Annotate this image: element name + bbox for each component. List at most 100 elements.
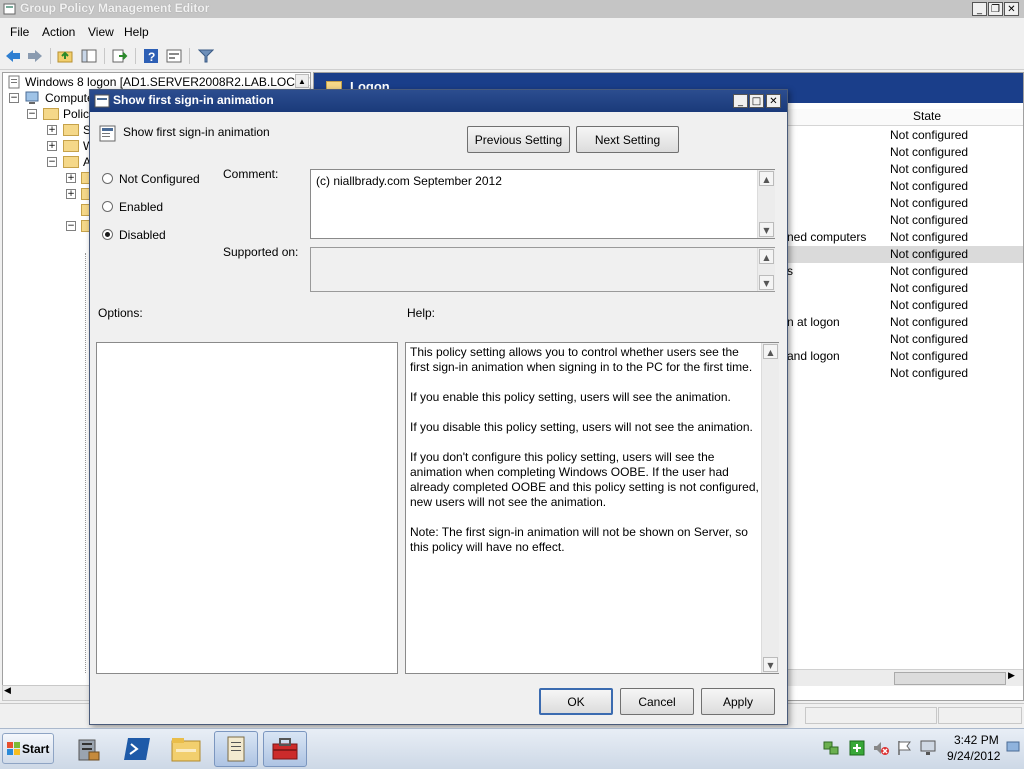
comment-scrollbar[interactable]: ▲ ▼ — [757, 170, 775, 238]
help-icon[interactable]: ? — [142, 47, 160, 65]
gpo-editor-icon[interactable] — [214, 731, 258, 767]
expand-icon[interactable]: + — [47, 125, 57, 135]
menu-file[interactable]: File — [10, 25, 29, 39]
setting-name: Show first sign-in animation — [123, 125, 270, 139]
column-header-comment[interactable] — [977, 109, 1023, 126]
radio-circle[interactable] — [102, 173, 113, 184]
expand-icon[interactable]: + — [47, 141, 57, 151]
tree-root[interactable]: Windows 8 logon [AD1.SERVER2008R2.LAB.LO… — [3, 74, 310, 90]
restore-button[interactable]: ❐ — [988, 2, 1003, 16]
server-manager-icon[interactable] — [66, 731, 110, 767]
radio-circle[interactable] — [102, 201, 113, 212]
radio-label: Enabled — [119, 200, 164, 214]
tree-hscroll-up-arrow[interactable]: ▲ — [295, 74, 309, 88]
setting-name-cell: n at logon — [787, 315, 840, 329]
help-panel: This policy setting allows you to contro… — [405, 342, 779, 674]
state-cell: Not configured — [890, 281, 969, 295]
options-label: Options: — [98, 306, 143, 320]
scroll-down-arrow[interactable]: ▼ — [763, 657, 778, 672]
ok-button[interactable]: OK — [539, 688, 613, 715]
clock-date[interactable]: 9/24/2012 — [947, 749, 1000, 763]
scroll-down-arrow[interactable]: ▼ — [759, 222, 774, 237]
volume-muted-icon[interactable] — [872, 739, 890, 757]
radio-label: Not Configured — [119, 172, 200, 186]
dialog-title: Show first sign-in animation — [113, 93, 274, 107]
scroll-thumb[interactable] — [894, 672, 1006, 685]
setting-name-cell: ned computers — [787, 230, 867, 244]
help-paragraph: If you disable this policy setting, user… — [410, 420, 753, 434]
show-desktop-icon[interactable] — [1006, 739, 1020, 755]
dialog-minimize-button[interactable]: _ — [733, 94, 748, 108]
clock-time[interactable]: 3:42 PM — [954, 733, 999, 747]
expand-icon[interactable]: + — [66, 189, 76, 199]
previous-setting-button[interactable]: Previous Setting — [467, 126, 570, 153]
export-list-icon[interactable] — [111, 47, 129, 65]
cancel-button[interactable]: Cancel — [620, 688, 694, 715]
help-paragraph: This policy setting allows you to contro… — [410, 345, 753, 374]
state-cell: Not configured — [890, 247, 969, 261]
scroll-down-arrow[interactable]: ▼ — [759, 275, 774, 290]
minimize-button[interactable]: _ — [972, 2, 987, 16]
tree-root-label: Windows 8 logon [AD1.SERVER2008R2.LAB.LO… — [25, 75, 311, 89]
radio-not-configured[interactable]: Not Configured — [102, 172, 222, 188]
powershell-icon[interactable] — [115, 731, 159, 767]
toolbar-separator — [50, 48, 51, 64]
show-hide-tree-icon[interactable] — [80, 47, 98, 65]
tree-policies-label: Polici — [63, 107, 92, 121]
scroll-up-arrow[interactable]: ▲ — [763, 344, 778, 359]
forward-icon[interactable] — [26, 47, 44, 65]
start-button[interactable]: Start — [2, 733, 54, 764]
main-window-title: Group Policy Management Editor — [20, 1, 210, 15]
dialog-title-bar: Show first sign-in animation _ □ ✕ — [90, 90, 787, 112]
help-scrollbar[interactable]: ▲ ▼ — [761, 343, 779, 673]
scroll-up-arrow[interactable]: ▲ — [759, 249, 774, 264]
state-cell: Not configured — [890, 179, 969, 193]
state-column-label: State — [912, 109, 942, 123]
menu-action[interactable]: Action — [42, 25, 75, 39]
collapse-icon[interactable]: − — [47, 157, 57, 167]
state-cell: Not configured — [890, 264, 969, 278]
toolbar-separator — [104, 48, 105, 64]
menu-view[interactable]: View — [88, 25, 114, 39]
back-icon[interactable] — [4, 47, 22, 65]
collapse-icon[interactable]: − — [27, 109, 37, 119]
policy-icon — [94, 94, 110, 108]
policy-setting-dialog: Show first sign-in animation _ □ ✕ Show … — [89, 89, 788, 725]
menu-help[interactable]: Help — [124, 25, 149, 39]
toolbar-separator — [189, 48, 190, 64]
expand-icon[interactable]: + — [66, 173, 76, 183]
apply-button[interactable]: Apply — [701, 688, 775, 715]
action-center-icon[interactable] — [848, 739, 866, 757]
setting-name-cell: and logon — [787, 349, 840, 363]
flag-icon[interactable] — [896, 739, 914, 757]
properties-icon[interactable] — [165, 47, 183, 65]
close-button[interactable]: ✕ — [1004, 2, 1019, 16]
explorer-icon[interactable] — [164, 731, 208, 767]
state-cell: Not configured — [890, 128, 969, 142]
setting-icon — [99, 125, 116, 142]
dialog-close-button[interactable]: ✕ — [766, 94, 781, 108]
state-cell: Not configured — [890, 196, 969, 210]
state-cell: Not configured — [890, 230, 969, 244]
toolbox-icon[interactable] — [263, 731, 307, 767]
collapse-icon[interactable]: − — [9, 93, 19, 103]
folder-icon — [63, 124, 79, 136]
help-paragraph: If you enable this policy setting, users… — [410, 390, 731, 404]
filter-icon[interactable] — [197, 47, 215, 65]
collapse-icon[interactable]: − — [66, 221, 76, 231]
supported-scrollbar[interactable]: ▲ ▼ — [757, 248, 775, 291]
radio-disabled[interactable]: Disabled — [102, 228, 222, 244]
network-icon[interactable] — [822, 739, 840, 757]
radio-circle-selected[interactable] — [102, 229, 113, 240]
comment-textarea[interactable]: (c) niallbrady.com September 2012 ▲ ▼ — [310, 169, 775, 239]
monitor-icon[interactable] — [920, 739, 938, 757]
scroll-left-arrow[interactable]: ◀ — [4, 686, 11, 696]
scroll-right-arrow[interactable]: ▶ — [1008, 671, 1015, 681]
dialog-maximize-button[interactable]: □ — [749, 94, 764, 108]
radio-enabled[interactable]: Enabled — [102, 200, 222, 216]
next-setting-button[interactable]: Next Setting — [576, 126, 679, 153]
column-header-state[interactable]: State — [877, 109, 978, 126]
up-folder-icon[interactable] — [56, 47, 74, 65]
scroll-up-arrow[interactable]: ▲ — [759, 171, 774, 186]
help-text: This policy setting allows you to contro… — [410, 345, 760, 570]
